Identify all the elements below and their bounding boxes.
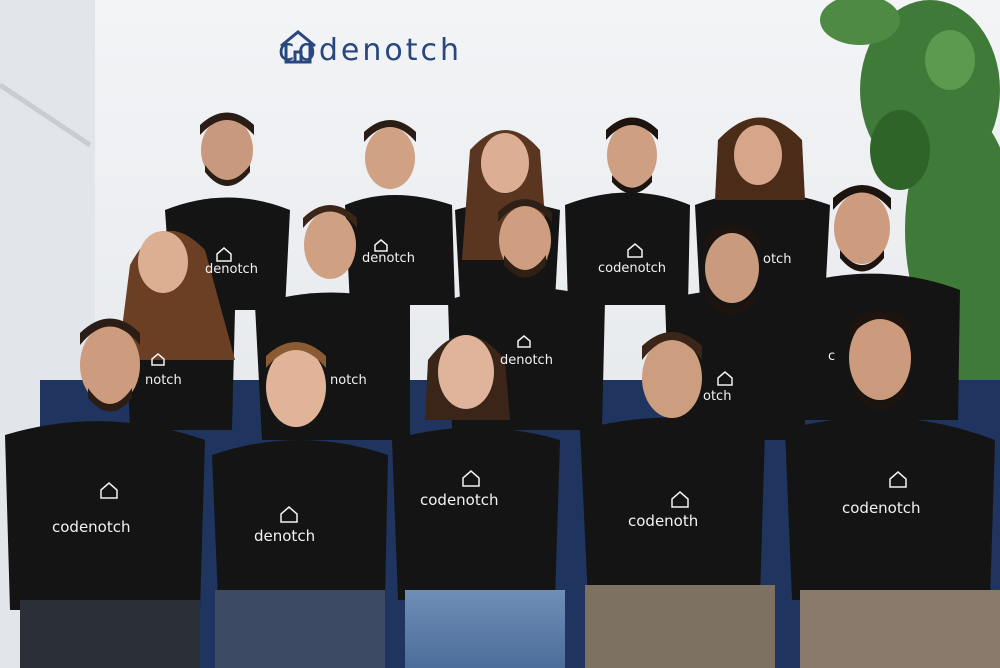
shirt-text-back-5: otch xyxy=(763,252,791,267)
shirt-text-front-5: codenotch xyxy=(842,499,921,517)
shirt-text-front-3: codenotch xyxy=(420,491,499,509)
wall-logo: codenotch xyxy=(278,28,462,72)
shirt-text-mid-3: denotch xyxy=(500,353,553,368)
shirt-text-mid-5: c xyxy=(828,349,835,364)
shirt-text-front-1: codenotch xyxy=(52,518,131,536)
shirt-text-mid-4: otch xyxy=(703,389,731,404)
photo-canvas: denotch denotch codenotch otch notch not… xyxy=(0,0,1000,668)
team-photo: denotch denotch codenotch otch notch not… xyxy=(0,0,1000,668)
shirt-text-front-2: denotch xyxy=(254,527,315,545)
shirt-text-back-1: denotch xyxy=(205,262,258,277)
shirt-text-mid-1: notch xyxy=(145,373,182,388)
shirt-text-front-4: codenoth xyxy=(628,512,698,530)
shirt-text-back-4: codenotch xyxy=(598,261,666,276)
house-icon xyxy=(280,30,316,64)
shirt-text-back-2: denotch xyxy=(362,251,415,266)
shirt-text-mid-2: notch xyxy=(330,373,367,388)
